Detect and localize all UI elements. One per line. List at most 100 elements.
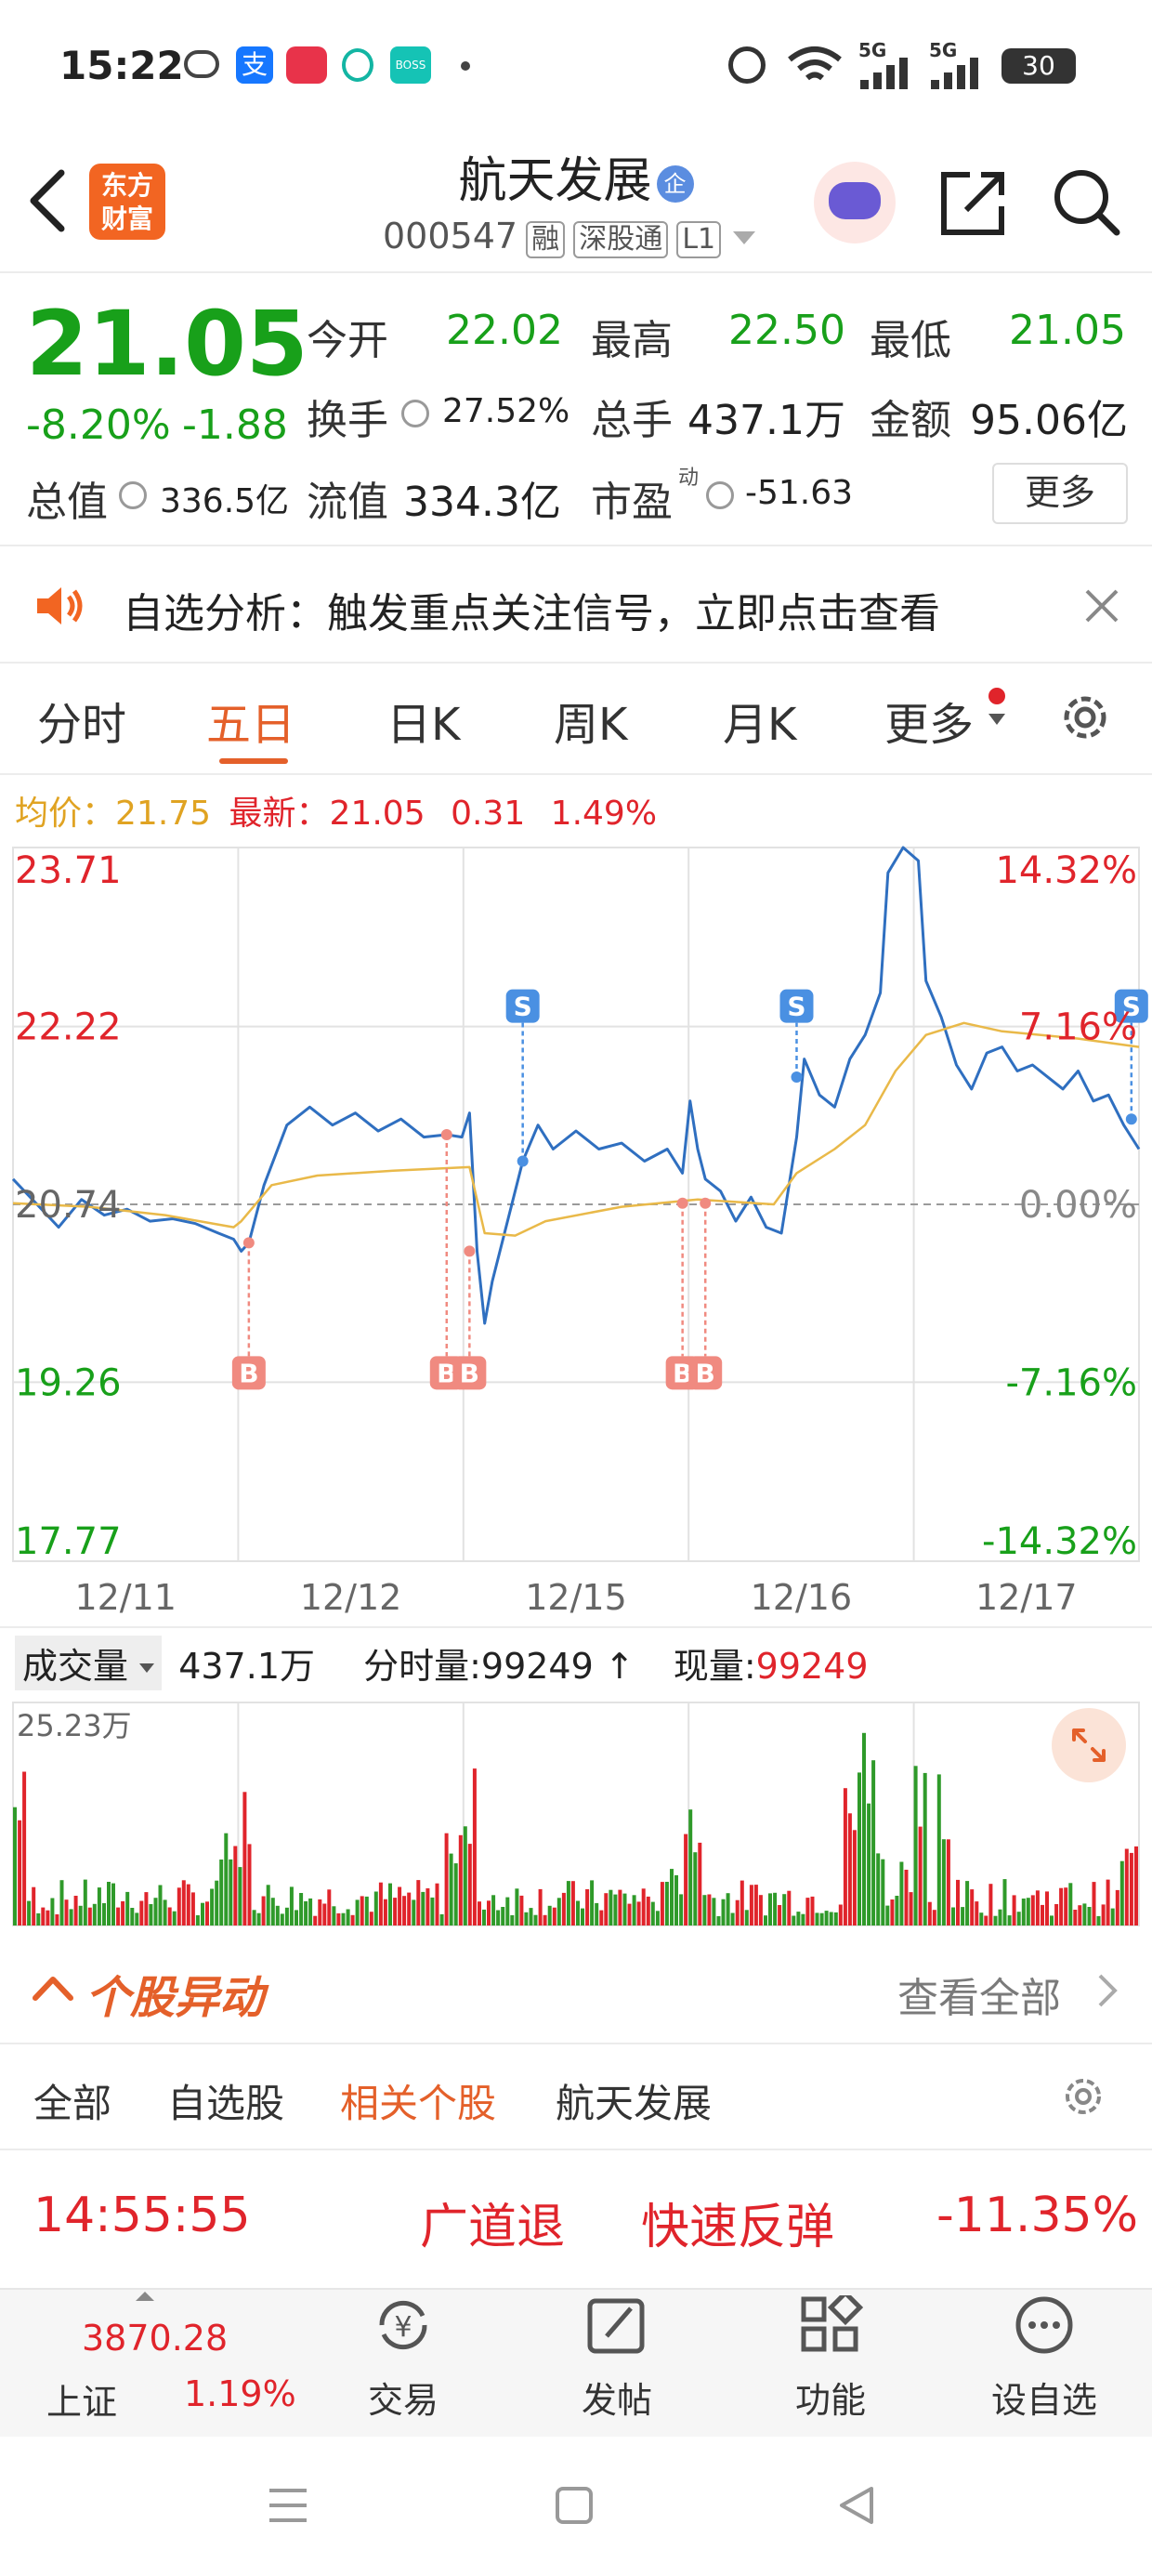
- nav-trade[interactable]: ¥ 交易: [310, 2295, 496, 2423]
- volume-bar: [510, 1914, 515, 1925]
- volume-bar: [993, 1915, 998, 1925]
- volume-bar: [1106, 1879, 1110, 1925]
- volume-bar: [552, 1907, 556, 1925]
- volume-bar: [1110, 1908, 1115, 1925]
- volume-bar: [1119, 1860, 1124, 1925]
- mover-row[interactable]: 14:55:55 广道退 快速反弹 -11.35%: [0, 2152, 1152, 2282]
- volume-bar: [570, 1881, 575, 1925]
- marker-dot: [464, 1245, 476, 1257]
- volume-bar: [478, 1901, 481, 1925]
- home-icon[interactable]: [552, 2483, 596, 2528]
- volume-selector[interactable]: 成交量: [15, 1636, 163, 1690]
- volume-bar: [1087, 1907, 1092, 1925]
- volume-bar: [360, 1896, 364, 1925]
- volume-bar: [1016, 1912, 1021, 1925]
- share-icon[interactable]: [938, 167, 1009, 238]
- volume-bar: [64, 1899, 69, 1925]
- volume-bar: [97, 1887, 101, 1925]
- search-icon[interactable]: [1052, 167, 1122, 238]
- tab-more[interactable]: 更多: [884, 688, 974, 753]
- menu-icon[interactable]: [266, 2485, 310, 2526]
- system-nav-bar: [0, 2437, 1152, 2576]
- filter-related[interactable]: 相关个股: [340, 2072, 496, 2129]
- volume-bar: [393, 1898, 398, 1925]
- app-logo[interactable]: 东方 财富: [89, 164, 165, 240]
- low-value: 21.05: [1009, 307, 1126, 354]
- tab-monthly-k[interactable]: 月K: [723, 688, 796, 753]
- volume-bar: [1059, 1887, 1064, 1925]
- volume-bar: [261, 1896, 266, 1925]
- stock-movers-section: 个股异动 查看全部 全部 自选股 相关个股 航天发展 14:55:55 广道退 …: [0, 1939, 1152, 2292]
- back-triangle-icon[interactable]: [834, 2483, 879, 2528]
- tab-five-day[interactable]: 五日: [206, 688, 295, 753]
- ai-assistant-avatar[interactable]: [814, 162, 896, 243]
- volume-bar: [332, 1906, 336, 1925]
- volume-bar: [364, 1896, 369, 1925]
- volume-bar: [295, 1910, 298, 1925]
- five-day-price-chart[interactable]: B B BSB BS S 23.71 14.32%22.22 7.16%20.74 0.00%…: [0, 840, 1152, 1639]
- enterprise-badge-icon: 企: [656, 165, 694, 203]
- filter-stock[interactable]: 航天发展: [556, 2072, 712, 2129]
- nav-post[interactable]: 发帖: [524, 2295, 710, 2423]
- volume-bar: [242, 1792, 247, 1925]
- filter-all[interactable]: 全部: [33, 2072, 111, 2129]
- volume-bar: [313, 1915, 318, 1925]
- marker-label: B: [696, 1358, 715, 1388]
- pe-value: -51.63: [745, 474, 854, 512]
- volume-bar: [609, 1889, 613, 1925]
- volume-bar: [1064, 1887, 1068, 1925]
- volume-bar: [421, 1891, 425, 1925]
- volume-bar: [1026, 1898, 1030, 1925]
- y-axis-left-label: 23.71: [15, 849, 122, 892]
- volume-bar: [369, 1912, 373, 1925]
- movers-header[interactable]: 个股异动 查看全部: [0, 1939, 1152, 2041]
- close-icon[interactable]: [1083, 587, 1120, 624]
- volume-bar: [149, 1904, 153, 1925]
- volume-bar: [599, 1910, 604, 1925]
- latest-value: 21.05: [329, 795, 425, 833]
- signal-icon-2: [931, 58, 978, 89]
- view-all-link[interactable]: 查看全部: [897, 1965, 1061, 2024]
- expand-chart-button[interactable]: [1052, 1708, 1126, 1782]
- volume-bar: [792, 1915, 796, 1925]
- market-index-widget[interactable]: 3870.28 上证 1.19%: [37, 2290, 316, 2438]
- filter-watchlist[interactable]: 自选股: [167, 2072, 284, 2129]
- tab-weekly-k[interactable]: 周K: [554, 688, 627, 753]
- mobile-app-icon: [342, 48, 373, 82]
- nav-functions[interactable]: 功能: [738, 2289, 923, 2423]
- change-percent: -8.20%: [26, 401, 171, 449]
- stock-code-row[interactable]: 000547 融 深股通 L1: [383, 216, 773, 258]
- stock-title[interactable]: 航天发展 企: [372, 141, 780, 211]
- y-axis-left-label: 20.74: [15, 1184, 122, 1227]
- current-volume-value: 99249: [755, 1646, 869, 1687]
- settings-icon[interactable]: [1055, 688, 1115, 747]
- chevron-right-icon: [1098, 1974, 1118, 2007]
- float-label: 流值: [307, 479, 388, 526]
- volume-bar: [735, 1899, 740, 1925]
- volume-bar: [843, 1788, 847, 1925]
- nav-add-watchlist-label: 设自选: [990, 2380, 1097, 2421]
- analysis-banner[interactable]: 自选分析：触发重点关注信号，立即点击查看: [0, 546, 1152, 662]
- volume-bar: [121, 1900, 125, 1925]
- volume-bar: [327, 1889, 332, 1925]
- settings-icon[interactable]: [1059, 2072, 1107, 2121]
- tab-daily-k[interactable]: 日K: [386, 688, 460, 753]
- volume-bar: [632, 1895, 636, 1925]
- x-axis-label: 12/16: [751, 1577, 853, 1618]
- marker-label: S: [514, 992, 532, 1022]
- more-stats-button[interactable]: 更多: [992, 463, 1128, 524]
- volume-bar: [1082, 1903, 1087, 1925]
- status-bar: 15:22 支 BOSS 5G 5G 30: [0, 0, 1152, 130]
- volume-bar: [83, 1879, 87, 1925]
- volume-bar: [247, 1844, 252, 1925]
- volume-bar: [998, 1909, 1002, 1925]
- volume-bar: [130, 1908, 135, 1925]
- volume-bar: [923, 1772, 927, 1925]
- volume-bar: [27, 1900, 32, 1925]
- tab-intraday[interactable]: 分时: [37, 688, 126, 753]
- volume-bar: [824, 1911, 829, 1925]
- nav-add-watchlist[interactable]: 设自选: [951, 2295, 1137, 2423]
- volume-chart[interactable]: [0, 1697, 1152, 1929]
- volume-bar: [946, 1839, 950, 1925]
- back-icon[interactable]: [26, 167, 67, 234]
